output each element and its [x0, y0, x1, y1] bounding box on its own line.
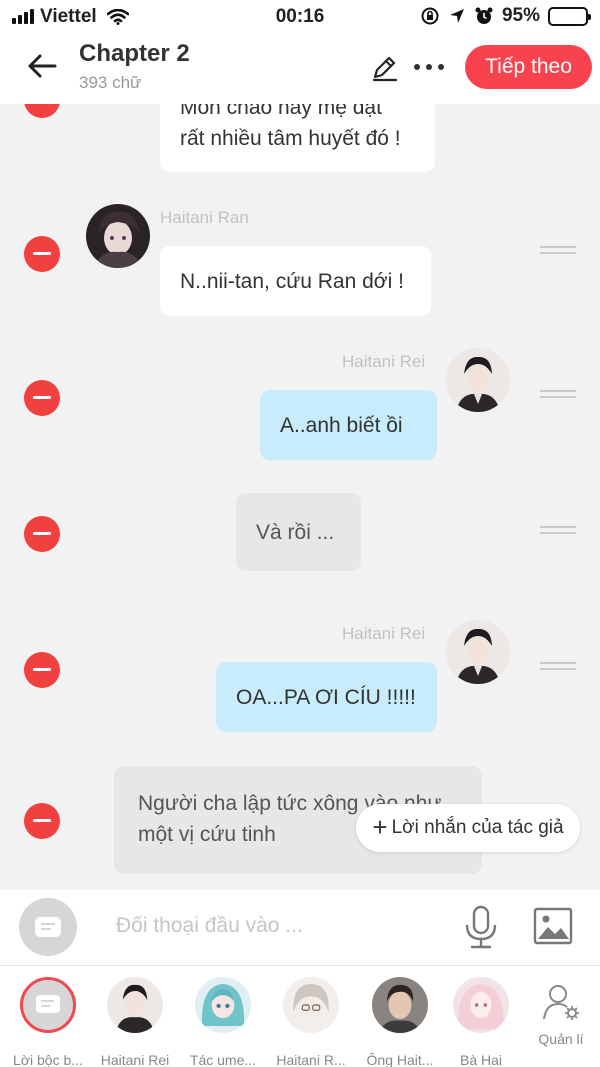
speaker-name: Haitani Ran: [160, 208, 249, 227]
avatar-haitani-rei: [446, 620, 510, 684]
avatar: [453, 977, 509, 1033]
author-note-button[interactable]: + Lời nhắn của tác giả: [356, 804, 580, 852]
drag-handle-icon[interactable]: [540, 390, 576, 404]
message-bubble[interactable]: Và rồi ...: [236, 493, 361, 571]
character-haitani-rei[interactable]: Haitani Rei: [95, 977, 175, 1067]
message-text: Và rồi ...: [256, 520, 335, 544]
character-tray: Lời bộc b... Haitani Rei Tác ume... Hait…: [0, 966, 600, 1067]
location-icon: [449, 9, 464, 23]
plus-icon: +: [372, 811, 388, 842]
narrator-icon: [20, 977, 76, 1033]
character-label: Haitani Rei: [100, 1052, 170, 1067]
alarm-icon: [475, 7, 493, 24]
chapter-title: Chapter 2: [79, 40, 190, 67]
author-note-label: Lời nhắn của tác giả: [391, 817, 564, 838]
message-bubble[interactable]: N..nii-tan, cứu Ran dới !: [160, 246, 431, 316]
delete-message-button[interactable]: [24, 516, 60, 552]
character-label: Tác ume...: [189, 1052, 257, 1067]
message-text: OA...PA ƠI CÍU !!!!!: [236, 685, 416, 709]
dialogue-input[interactable]: Đối thoại đầu vào ...: [116, 914, 303, 938]
delete-message-button[interactable]: [24, 380, 60, 416]
message-bubble[interactable]: A..anh biết ồi: [260, 390, 437, 460]
manage-button[interactable]: Quản lí: [536, 982, 586, 1047]
speaker-name: Haitani Rei: [342, 352, 426, 371]
message-line: Món cháo này mẹ đặt: [180, 104, 382, 119]
character-haitani-r[interactable]: Haitani R...: [271, 977, 351, 1067]
rotation-lock-icon: [421, 7, 439, 25]
drag-handle-icon[interactable]: [540, 246, 576, 260]
message-bubble[interactable]: OA...PA ƠI CÍU !!!!!: [216, 662, 437, 732]
drag-handle-icon[interactable]: [540, 526, 576, 540]
character-tac-ume[interactable]: Tác ume...: [183, 977, 263, 1067]
drag-handle-icon[interactable]: [540, 662, 576, 676]
avatar-haitani-rei: [446, 348, 510, 412]
delete-message-button[interactable]: [24, 104, 60, 118]
message-line: rất nhiều tâm huyết đó !: [180, 127, 401, 150]
avatar: [372, 977, 428, 1033]
character-label: Bà Hai: [459, 1052, 503, 1067]
message-bubble[interactable]: Món cháo này mẹ đặt rất nhiều tâm huyết …: [160, 104, 435, 172]
more-options-icon[interactable]: [414, 64, 444, 70]
character-narrator[interactable]: Lời bộc b...: [8, 977, 88, 1067]
delete-message-button[interactable]: [24, 652, 60, 688]
chapter-header: Chapter 2 393 chữ Tiếp theo: [0, 34, 600, 104]
message-text: A..anh biết ồi: [280, 413, 403, 437]
status-bar: Viettel 00:16 95%: [0, 0, 600, 34]
manage-label: Quản lí: [538, 1031, 584, 1047]
speaker-name: Haitani Rei: [342, 624, 426, 643]
user-settings-icon: [543, 985, 579, 1020]
avatar-haitani-ran: [86, 204, 150, 268]
delete-message-button[interactable]: [24, 236, 60, 272]
next-chapter-button[interactable]: Tiếp theo: [465, 45, 592, 89]
edit-pen-icon[interactable]: [370, 52, 400, 82]
microphone-icon[interactable]: [462, 905, 500, 949]
character-ba-hai[interactable]: Bà Hai: [441, 977, 521, 1067]
message-text: N..nii-tan, cứu Ran dới !: [180, 269, 404, 293]
character-label: Lời bộc b...: [13, 1052, 83, 1067]
delete-message-button[interactable]: [24, 803, 60, 839]
character-label: Haitani R...: [276, 1052, 346, 1067]
chat-area[interactable]: Món cháo này mẹ đặt rất nhiều tâm huyết …: [0, 104, 600, 890]
chat-bubble-icon[interactable]: [19, 898, 77, 956]
input-bar: Đối thoại đầu vào ...: [0, 890, 600, 966]
image-icon[interactable]: [533, 906, 573, 946]
word-count: 393 chữ: [79, 73, 142, 92]
avatar: [107, 977, 163, 1033]
avatar: [283, 977, 339, 1033]
battery-icon: [548, 6, 591, 26]
battery-percent: 95%: [501, 5, 540, 26]
back-arrow-icon[interactable]: [24, 48, 60, 84]
character-ong-hait[interactable]: Ông Hait...: [360, 977, 440, 1067]
avatar: [195, 977, 251, 1033]
